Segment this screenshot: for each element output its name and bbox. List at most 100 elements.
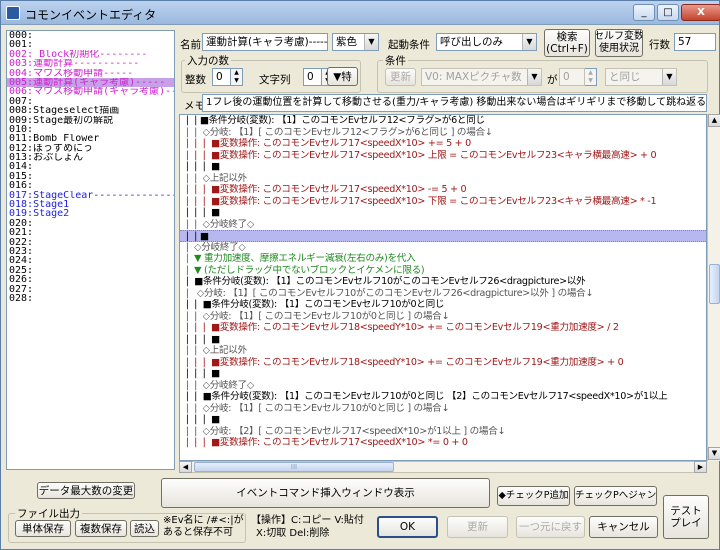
cancel-button[interactable]: キャンセル [589,516,658,538]
command-line[interactable]: | ◇分岐終了◇ [180,242,706,254]
command-line[interactable]: | | | ■ [180,207,706,219]
command-line[interactable]: | | | ■変数操作: このコモンEvセルフ17<speedX*10> += … [180,138,706,150]
event-list-item[interactable]: 006:マウス移動申請(キャラ考慮)-- [7,87,174,96]
event-list-item[interactable]: 013:おぷしょん [7,153,174,162]
command-line[interactable]: | | | ■ [180,368,706,380]
command-line[interactable]: | | | ■変数操作: このコモンEvセルフ17<speedX*10> 下限 … [180,196,706,208]
event-list-item[interactable]: 018:Stage1 [7,200,174,209]
event-list-item[interactable]: 027: [7,285,174,294]
event-list-item[interactable]: 003:運動計算----------- [7,59,174,68]
command-line[interactable]: | | ◇分岐終了◇ [180,219,706,231]
int-count-stepper[interactable]: ▲ ▼ [231,68,243,86]
scroll-down-icon[interactable]: ▼ [708,447,720,460]
event-list-item[interactable]: 008:Stageselect描画 [7,106,174,115]
next-checkpoint-button[interactable]: 次チェックPへジャンプ [574,486,657,506]
condition-variable-select[interactable]: V0: MAXピクチャ数 ▼ [421,68,542,86]
condition-number-stepper[interactable]: ▲ ▼ [585,68,597,86]
data-max-change-button[interactable]: データ最大数の変更 [37,482,135,499]
command-line[interactable]: | ■条件分岐(変数): 【1】このコモンEvセルフ10がこのコモンEvセルフ2… [180,276,706,288]
condition-update-button[interactable]: 更新 [385,68,416,86]
event-list-item[interactable]: 007: [7,97,174,106]
command-line[interactable]: | ▼ (ただしドラッグ中でないブロックとイケメンに限る) [180,265,706,277]
vertical-scrollbar[interactable]: ▲ ▼ [707,114,720,461]
ok-button[interactable]: OK [377,516,438,538]
command-line[interactable]: | | | ■ [180,161,706,173]
command-line[interactable]: | | ◇分岐: 【1】[ このコモンEvセルフ10が0と同じ ] の場合↓ [180,403,706,415]
command-line[interactable]: | | ■条件分岐(変数): 【1】このコモンEvセルフ10が0と同じ 【2】こ… [180,391,706,403]
command-line[interactable]: | | | ■変数操作: このコモンEvセルフ17<speedX*10> -= … [180,184,706,196]
command-line[interactable]: | | | ■変数操作: このコモンEvセルフ17<speedX*10> *= … [180,437,706,449]
horizontal-scroll-thumb[interactable]: III [194,462,394,472]
insert-command-window-button[interactable]: イベントコマンド挿入ウィンドウ表示 [161,478,490,508]
event-list-item[interactable]: 001: [7,40,174,49]
event-list-item[interactable]: 011:Bomb Flower [7,134,174,143]
event-list-item[interactable]: 002: Block初期化-------- [7,50,174,59]
event-list-item[interactable]: 012:ぽうずめにう [7,144,174,153]
event-list-item[interactable]: 005:運動計算(キャラ考慮)----- [7,77,174,88]
event-list-item[interactable]: 000: [7,31,174,40]
close-button[interactable]: X [681,4,720,21]
add-checkpoint-button[interactable]: ◆チェックP追加 [497,486,570,506]
event-list-item[interactable]: 017:StageClear------------------- [7,191,174,200]
command-line[interactable]: | | ◇上記以外 [180,173,706,185]
event-list-item[interactable]: 010: [7,125,174,134]
command-line[interactable]: | ◇分岐: 【1】[ このコモンEvセルフ10がこのコモンEvセルフ26<dr… [180,288,706,300]
int-count-input[interactable]: 0 [212,68,231,86]
multi-save-button[interactable]: 複数保存 [75,520,127,537]
command-line[interactable]: | | ■条件分岐(変数): 【1】このコモンEvセルフ10が0と同じ [180,299,706,311]
event-list-item[interactable]: 009:Stage最初の解説 [7,116,174,125]
single-save-button[interactable]: 単体保存 [15,520,71,537]
event-list-item[interactable]: 026: [7,275,174,284]
command-line[interactable]: | | | ■変数操作: このコモンEvセルフ18<speedY*10> += … [180,357,706,369]
title-bar[interactable]: コモンイベントエディタ _ □ X [1,1,720,25]
self-var-usage-button[interactable]: セルフ変数 使用状況 [595,29,643,57]
special-settings-button[interactable]: ▼特 [327,67,358,86]
event-list-item[interactable]: 028: [7,294,174,303]
event-command-list[interactable]: | | ■条件分岐(変数): 【1】このコモンEvセルフ12<フラグ>が6と同じ… [179,114,707,461]
command-line[interactable]: | | | ■ [180,414,706,426]
event-list-item[interactable]: 004:マウス移動申請----- [7,69,174,78]
event-list-item[interactable]: 020: [7,219,174,228]
condition-number-input[interactable]: 0 [559,68,585,86]
trigger-select[interactable]: 呼び出しのみ ▼ [436,33,537,51]
maximize-button[interactable]: □ [657,4,679,21]
command-line[interactable]: | | ◇分岐: 【1】[ このコモンEvセルフ12<フラグ>が6と同じ ] の… [180,127,706,139]
load-button[interactable]: 読込 [130,520,159,537]
event-name-input[interactable]: 運動計算(キャラ考慮)-------- [202,33,328,51]
event-list-item[interactable]: 024: [7,256,174,265]
event-list-item[interactable]: 025: [7,266,174,275]
event-list[interactable]: 000: 001: 002: Block初期化-------- 003:運動計算---… [6,30,175,470]
command-line[interactable]: | | ◇分岐: 【2】[ このコモンEvセルフ17<speedX*10>が1以… [180,426,706,438]
event-list-item[interactable]: 021: [7,228,174,237]
command-line[interactable]: | | | ■変数操作: このコモンEvセルフ18<speedY*10> += … [180,322,706,334]
command-line[interactable]: | | | ■変数操作: このコモンEvセルフ17<speedX*10> 上限 … [180,150,706,162]
horizontal-scrollbar[interactable]: ◀ III ▶ [179,461,707,473]
scroll-right-icon[interactable]: ▶ [694,461,707,473]
test-play-button[interactable]: テスト プレイ [663,495,709,539]
condition-operator-select[interactable]: と同じ ▼ [605,68,677,86]
str-count-input[interactable]: 0 [303,68,322,86]
command-line[interactable]: | | ◇上記以外 [180,345,706,357]
command-line[interactable]: | | ■ [180,230,706,242]
minimize-button[interactable]: _ [633,4,655,21]
event-list-item[interactable]: 016: [7,181,174,190]
color-select[interactable]: 紫色 ▼ [332,33,379,51]
event-list-item[interactable]: 014: [7,162,174,171]
undo-button[interactable]: 一つ元に戻す [516,516,585,538]
search-button[interactable]: 検索 (Ctrl+F) [544,29,590,57]
scroll-up-icon[interactable]: ▲ [708,114,720,127]
event-list-item[interactable]: 019:Stage2 [7,209,174,218]
command-line[interactable]: | | | ■ [180,334,706,346]
chevron-down-icon: ▼ [527,69,541,85]
scroll-left-icon[interactable]: ◀ [179,461,192,473]
command-line[interactable]: | | ◇分岐終了◇ [180,380,706,392]
command-line[interactable]: | ▼ 重力加速度、摩擦エネルギー減衰(左右のみ)を代入 [180,253,706,265]
command-line[interactable]: | | ■条件分岐(変数): 【1】このコモンEvセルフ12<フラグ>が6と同じ [180,115,706,127]
command-line[interactable]: | | ◇分岐: 【1】[ このコモンEvセルフ10が0と同じ ] の場合↓ [180,311,706,323]
event-list-item[interactable]: 023: [7,247,174,256]
event-list-item[interactable]: 015: [7,172,174,181]
memo-input[interactable]: 1フレ後の運動位置を計算して移動させる(重力/キャラ考慮) 移動出来ない場合はギ… [202,94,707,112]
vertical-scroll-thumb[interactable] [709,264,720,304]
event-list-item[interactable]: 022: [7,238,174,247]
update-button[interactable]: 更新 [447,516,508,538]
